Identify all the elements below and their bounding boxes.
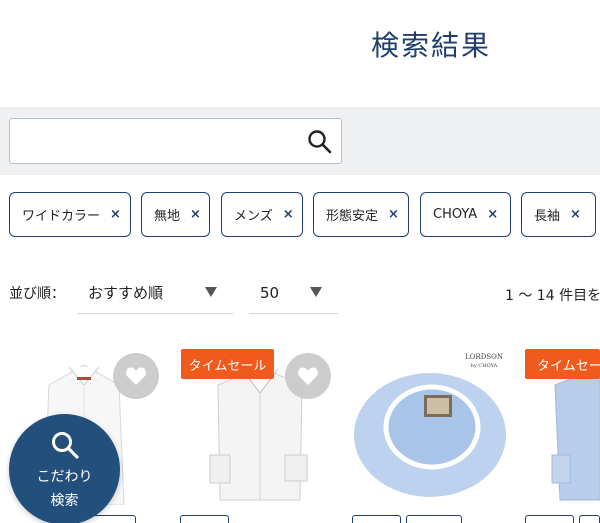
product-image-3[interactable]: LORDSON by CHOYA [352, 345, 512, 505]
filter-chip-choya[interactable]: CHOYA × [420, 192, 511, 237]
filter-chip-label: CHOYA [433, 207, 478, 222]
brand-logo-sub: by CHOYA [471, 363, 498, 369]
close-icon[interactable]: × [283, 207, 294, 222]
filter-chip-label: 無地 [154, 209, 181, 224]
page-title: 検索結果 [370, 29, 491, 62]
sort-order-select[interactable]: おすすめ順 [77, 272, 233, 314]
product-action-button[interactable] [525, 515, 574, 523]
chevron-down-icon [310, 287, 322, 297]
filter-chip-label: ワイドカラー [22, 209, 101, 224]
filter-chip-label: メンズ [234, 209, 273, 224]
heart-icon [298, 367, 318, 385]
filter-chip-wide-collar[interactable]: ワイドカラー × [9, 192, 131, 237]
shirt-image: LORDSON by CHOYA [352, 345, 512, 505]
sort-order-value: おすすめ順 [88, 284, 164, 302]
fab-label-line2: 検索 [50, 492, 79, 509]
sale-badge: タイムセール [181, 349, 274, 379]
close-icon[interactable]: × [388, 207, 399, 222]
chevron-down-icon [205, 287, 217, 297]
close-icon[interactable]: × [110, 207, 121, 222]
search-icon [51, 431, 79, 459]
filter-chip-plain[interactable]: 無地 × [141, 192, 210, 237]
brand-logo: LORDSON [465, 353, 503, 361]
fab-label-line1: こだわり [36, 468, 93, 485]
close-icon[interactable]: × [570, 207, 581, 222]
heart-icon [126, 367, 146, 385]
filter-chip-label: 長袖 [534, 209, 561, 224]
result-count: 1 〜 14 件目を [505, 288, 600, 304]
product-action-button[interactable] [180, 515, 229, 523]
product-action-button[interactable] [352, 515, 401, 523]
per-page-value: 50 [260, 283, 280, 302]
close-icon[interactable]: × [487, 207, 498, 222]
refine-search-fab[interactable]: こだわり 検索 [9, 414, 120, 523]
search-band [0, 107, 600, 175]
sort-label: 並び順： [9, 286, 65, 302]
filter-chip-wrinkle-free[interactable]: 形態安定 × [313, 192, 409, 237]
product-action-button[interactable] [579, 515, 600, 523]
close-icon[interactable]: × [190, 207, 201, 222]
sale-badge: タイムセール [525, 349, 600, 379]
search-box[interactable] [9, 118, 342, 164]
filter-chip-long-sleeve[interactable]: 長袖 × [521, 192, 596, 237]
favorite-button[interactable] [285, 353, 331, 399]
filter-chip-label: 形態安定 [326, 209, 379, 224]
search-button[interactable] [307, 129, 333, 155]
product-action-button[interactable] [406, 515, 462, 523]
favorite-button[interactable] [113, 353, 159, 399]
search-input[interactable] [20, 127, 300, 155]
per-page-select[interactable]: 50 [249, 272, 338, 314]
search-icon [308, 130, 332, 154]
filter-chip-mens[interactable]: メンズ × [221, 192, 303, 237]
